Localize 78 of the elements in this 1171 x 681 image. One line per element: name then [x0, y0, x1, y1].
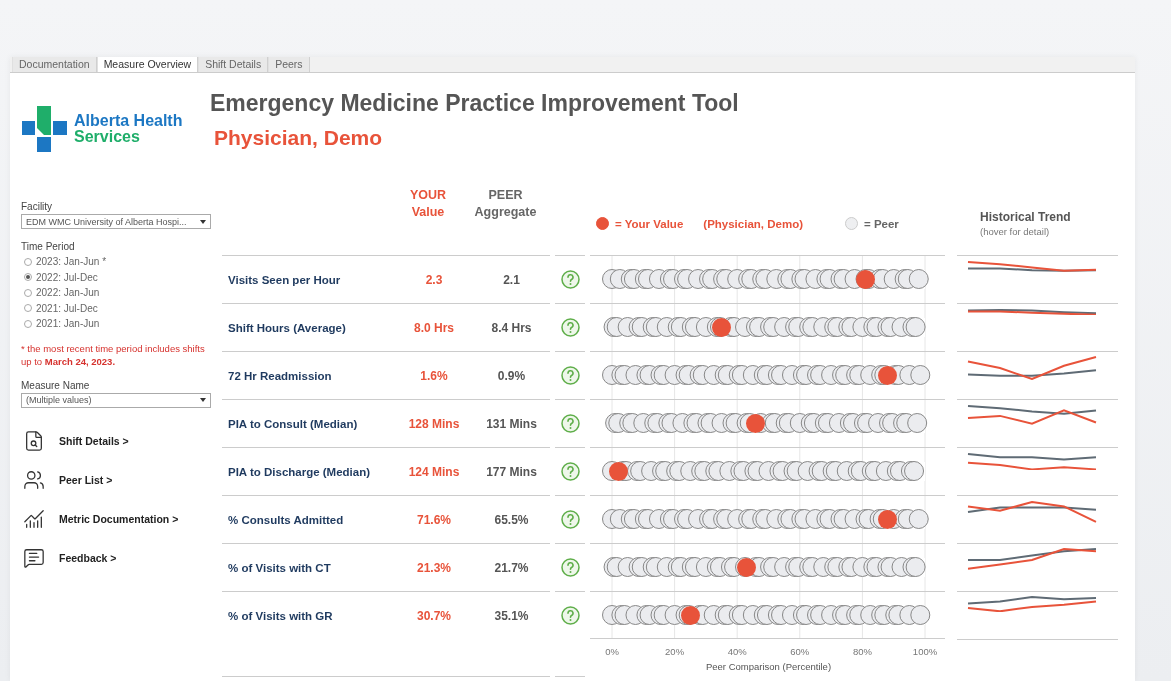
column-header: YOUR Value — [408, 187, 448, 221]
trend-hint: (hover for detail) — [980, 226, 1051, 237]
radio-option[interactable]: 2023: Jan-Jun * — [21, 254, 215, 270]
axis-title: Peer Comparison (Percentile) — [705, 661, 832, 672]
peer-value: 177 Mins — [485, 464, 538, 479]
your-value: 1.6% — [419, 368, 449, 383]
axis-tick-label: 0% — [605, 646, 619, 657]
nav-link[interactable]: Peer List > — [59, 474, 113, 486]
help-icon[interactable] — [560, 366, 580, 385]
column-header: PEER Aggregate — [473, 187, 538, 221]
peer-value: 35.1% — [493, 608, 530, 623]
radio-option[interactable]: 2021: Jul-Dec — [21, 300, 215, 316]
axis-tick-label: 100% — [912, 646, 938, 657]
your-value: 30.7% — [416, 608, 452, 623]
trend-title: Historical Trend — [980, 210, 1071, 224]
radio-option[interactable]: 2021: Jan-Jun — [21, 316, 215, 332]
measure-name: Visits Seen per Hour — [228, 273, 342, 286]
measure-name: % of Visits with GR — [228, 609, 334, 622]
axis-tick-label: 80% — [852, 646, 872, 657]
chart-icon — [23, 508, 45, 530]
tab[interactable]: Shift Details — [198, 57, 269, 72]
your-value: 71.6% — [416, 512, 452, 527]
tab[interactable]: Measure Overview — [96, 57, 199, 72]
time-period-label: Time Period — [21, 241, 76, 252]
peer-value: 131 Mins — [485, 416, 538, 431]
help-icon[interactable] — [560, 318, 580, 337]
physician-name: Physician, Demo — [213, 126, 384, 150]
legend-label: (Physician, Demo) — [703, 217, 803, 230]
legend-dot — [596, 217, 609, 230]
measure-name: 72 Hr Readmission — [228, 369, 333, 382]
tab[interactable]: Documentation — [12, 57, 97, 72]
measure-dropdown[interactable]: (Multiple values) — [21, 392, 211, 408]
your-value: 124 Mins — [407, 464, 461, 479]
measure-name: PIA to Discharge (Median) — [228, 465, 372, 478]
help-icon[interactable] — [560, 462, 580, 481]
peer-value: 21.7% — [493, 560, 530, 575]
measure-name-label: Measure Name — [21, 379, 91, 391]
legend-label: = Your Value — [615, 217, 684, 230]
document-search-icon — [23, 430, 45, 452]
peer-value: 0.9% — [496, 368, 527, 383]
your-value: 8.0 Hrs — [413, 320, 455, 335]
axis-tick-label: 40% — [727, 646, 747, 657]
logo-text: Services — [74, 129, 141, 145]
legend-dot — [845, 217, 858, 230]
nav-link[interactable]: Shift Details > — [59, 435, 129, 447]
radio-option[interactable]: 2022: Jan-Jun — [21, 285, 215, 301]
measure-name: % Consults Admitted — [228, 513, 345, 526]
caret-icon — [200, 219, 206, 224]
cross-logo-icon — [22, 106, 68, 152]
facility-dropdown[interactable]: EDM WMC University of Alberta Hospi... — [21, 214, 211, 229]
help-icon[interactable] — [560, 414, 580, 433]
facility-label: Facility — [21, 201, 54, 212]
people-icon — [23, 469, 45, 491]
your-value: 2.3 — [424, 272, 444, 287]
peer-value: 65.5% — [493, 512, 530, 527]
measure-name: Shift Hours (Average) — [228, 321, 347, 334]
page-title: Emergency Medicine Practice Improvement Tool — [210, 90, 739, 117]
period-note: * the most recent time period includes shifts up to March 24, 2023. — [21, 341, 206, 368]
tab[interactable]: Peers — [268, 57, 310, 72]
your-value: 21.3% — [416, 560, 452, 575]
axis-tick-label: 20% — [665, 646, 685, 657]
help-icon[interactable] — [560, 510, 580, 529]
measure-name: PIA to Consult (Median) — [228, 417, 359, 430]
measure-name: % of Visits with CT — [228, 561, 332, 574]
nav-link[interactable]: Feedback > — [59, 552, 117, 564]
legend-label: = Peer — [864, 217, 899, 230]
peer-value: 2.1 — [502, 272, 521, 287]
help-icon[interactable] — [560, 270, 580, 289]
peer-value: 8.4 Hrs — [490, 320, 533, 335]
radio-option[interactable]: 2022: Jul-Dec — [21, 269, 215, 285]
message-icon — [23, 547, 45, 569]
axis-tick-label: 60% — [790, 646, 810, 657]
caret-icon — [200, 398, 206, 402]
nav-link[interactable]: Metric Documentation > — [59, 513, 179, 525]
help-icon[interactable] — [560, 606, 580, 625]
help-icon[interactable] — [560, 558, 580, 577]
your-value: 128 Mins — [407, 416, 461, 431]
logo-text: Alberta Health — [74, 113, 183, 129]
